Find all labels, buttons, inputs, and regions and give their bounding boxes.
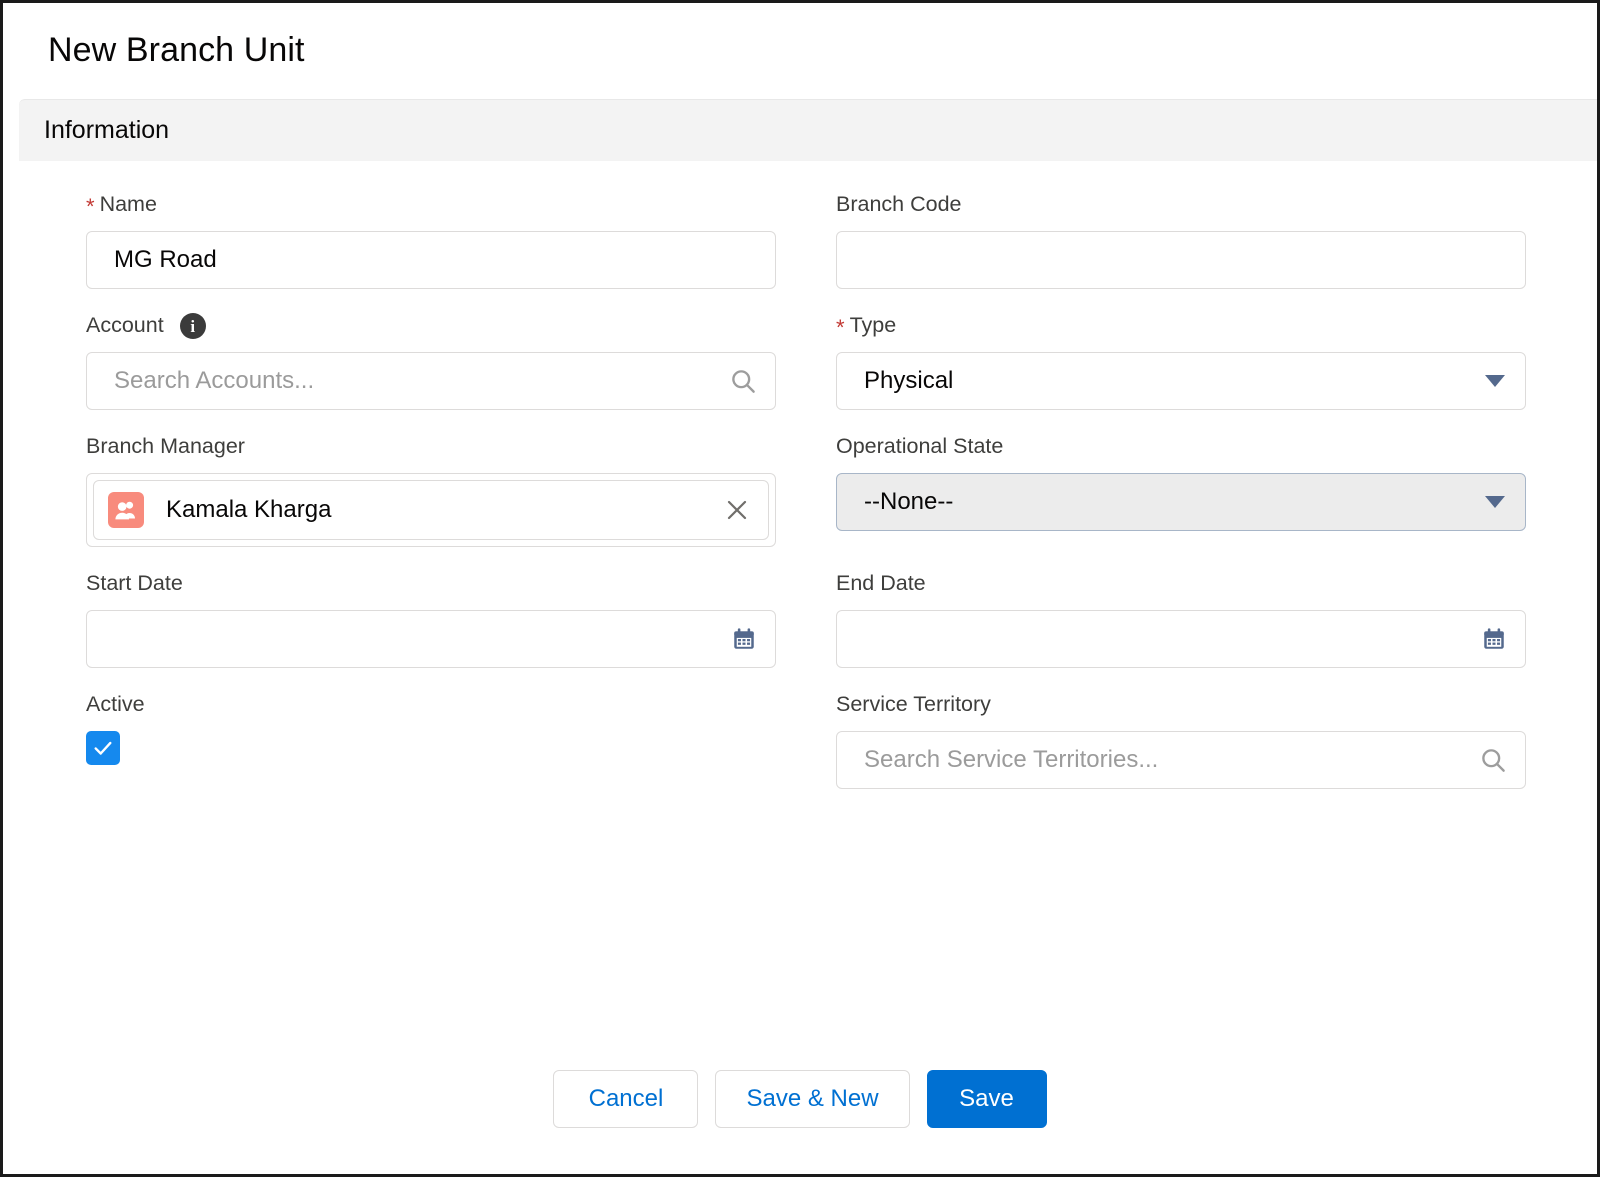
- new-branch-unit-modal: New Branch Unit Information * Name MG Ro…: [0, 0, 1600, 1177]
- label-text-operational-state: Operational State: [836, 434, 1003, 460]
- label-text-service-territory: Service Territory: [836, 692, 991, 718]
- info-icon[interactable]: i: [180, 313, 206, 339]
- label-text-type: Type: [850, 313, 897, 339]
- field-branch-manager: Branch Manager Kamala Kharga: [86, 433, 776, 547]
- label-text-branch-manager: Branch Manager: [86, 434, 245, 460]
- field-label-branch-manager: Branch Manager: [86, 433, 776, 461]
- calendar-icon[interactable]: [731, 626, 757, 652]
- name-input[interactable]: MG Road: [86, 231, 776, 289]
- modal-footer: Cancel Save & New Save: [3, 1070, 1597, 1128]
- required-marker-name: *: [86, 196, 95, 218]
- service-territory-search-input[interactable]: Search Service Territories...: [836, 731, 1526, 789]
- field-active: Active: [86, 691, 776, 789]
- field-name: * Name MG Road: [86, 191, 776, 289]
- operational-state-select[interactable]: --None--: [836, 473, 1526, 531]
- check-icon: [92, 737, 114, 759]
- end-date-input[interactable]: [836, 610, 1526, 668]
- operational-state-select-value: --None--: [864, 490, 953, 514]
- field-label-branch-code: Branch Code: [836, 191, 1526, 219]
- search-icon[interactable]: [1480, 747, 1507, 774]
- required-marker-type: *: [836, 317, 845, 339]
- branch-code-input[interactable]: [836, 231, 1526, 289]
- field-label-operational-state: Operational State: [836, 433, 1526, 461]
- branch-manager-pill-label: Kamala Kharga: [166, 498, 331, 522]
- search-icon[interactable]: [730, 368, 757, 395]
- label-text-account: Account: [86, 313, 164, 339]
- active-checkbox[interactable]: [86, 731, 120, 765]
- label-text-name: Name: [100, 192, 157, 218]
- calendar-icon[interactable]: [1481, 626, 1507, 652]
- form-body: * Name MG Road Branch Code Account: [3, 161, 1597, 812]
- field-label-account: Account i: [86, 312, 776, 340]
- field-type: * Type Physical: [836, 312, 1526, 410]
- field-label-name: * Name: [86, 191, 776, 219]
- account-search-input[interactable]: Search Accounts...: [86, 352, 776, 410]
- chevron-down-icon: [1485, 375, 1505, 387]
- type-select-value: Physical: [864, 369, 953, 393]
- field-label-end-date: End Date: [836, 570, 1526, 598]
- cancel-button[interactable]: Cancel: [553, 1070, 698, 1128]
- people-group-icon: [108, 492, 144, 528]
- field-operational-state: Operational State --None--: [836, 433, 1526, 547]
- start-date-input[interactable]: [86, 610, 776, 668]
- close-icon[interactable]: [722, 495, 752, 525]
- field-label-service-territory: Service Territory: [836, 691, 1526, 719]
- type-select[interactable]: Physical: [836, 352, 1526, 410]
- branch-manager-pill[interactable]: Kamala Kharga: [93, 480, 769, 540]
- modal-header: New Branch Unit: [3, 3, 1597, 99]
- save-button[interactable]: Save: [927, 1070, 1047, 1128]
- save-and-new-button[interactable]: Save & New: [715, 1070, 909, 1128]
- service-territory-placeholder: Search Service Territories...: [864, 748, 1158, 772]
- branch-manager-lookup[interactable]: Kamala Kharga: [86, 473, 776, 547]
- field-account: Account i Search Accounts...: [86, 312, 776, 410]
- field-end-date: End Date: [836, 570, 1526, 668]
- account-search-placeholder: Search Accounts...: [114, 369, 314, 393]
- chevron-down-icon: [1485, 496, 1505, 508]
- section-header-information[interactable]: Information: [19, 99, 1597, 161]
- label-text-active: Active: [86, 692, 145, 718]
- name-input-value: MG Road: [114, 248, 217, 272]
- label-text-start-date: Start Date: [86, 571, 183, 597]
- label-text-branch-code: Branch Code: [836, 192, 962, 218]
- section-title: Information: [44, 116, 169, 145]
- field-branch-code: Branch Code: [836, 191, 1526, 289]
- field-service-territory: Service Territory Search Service Territo…: [836, 691, 1526, 789]
- field-label-active: Active: [86, 691, 776, 719]
- field-start-date: Start Date: [86, 570, 776, 668]
- page-title: New Branch Unit: [48, 32, 305, 69]
- field-label-start-date: Start Date: [86, 570, 776, 598]
- label-text-end-date: End Date: [836, 571, 926, 597]
- field-label-type: * Type: [836, 312, 1526, 340]
